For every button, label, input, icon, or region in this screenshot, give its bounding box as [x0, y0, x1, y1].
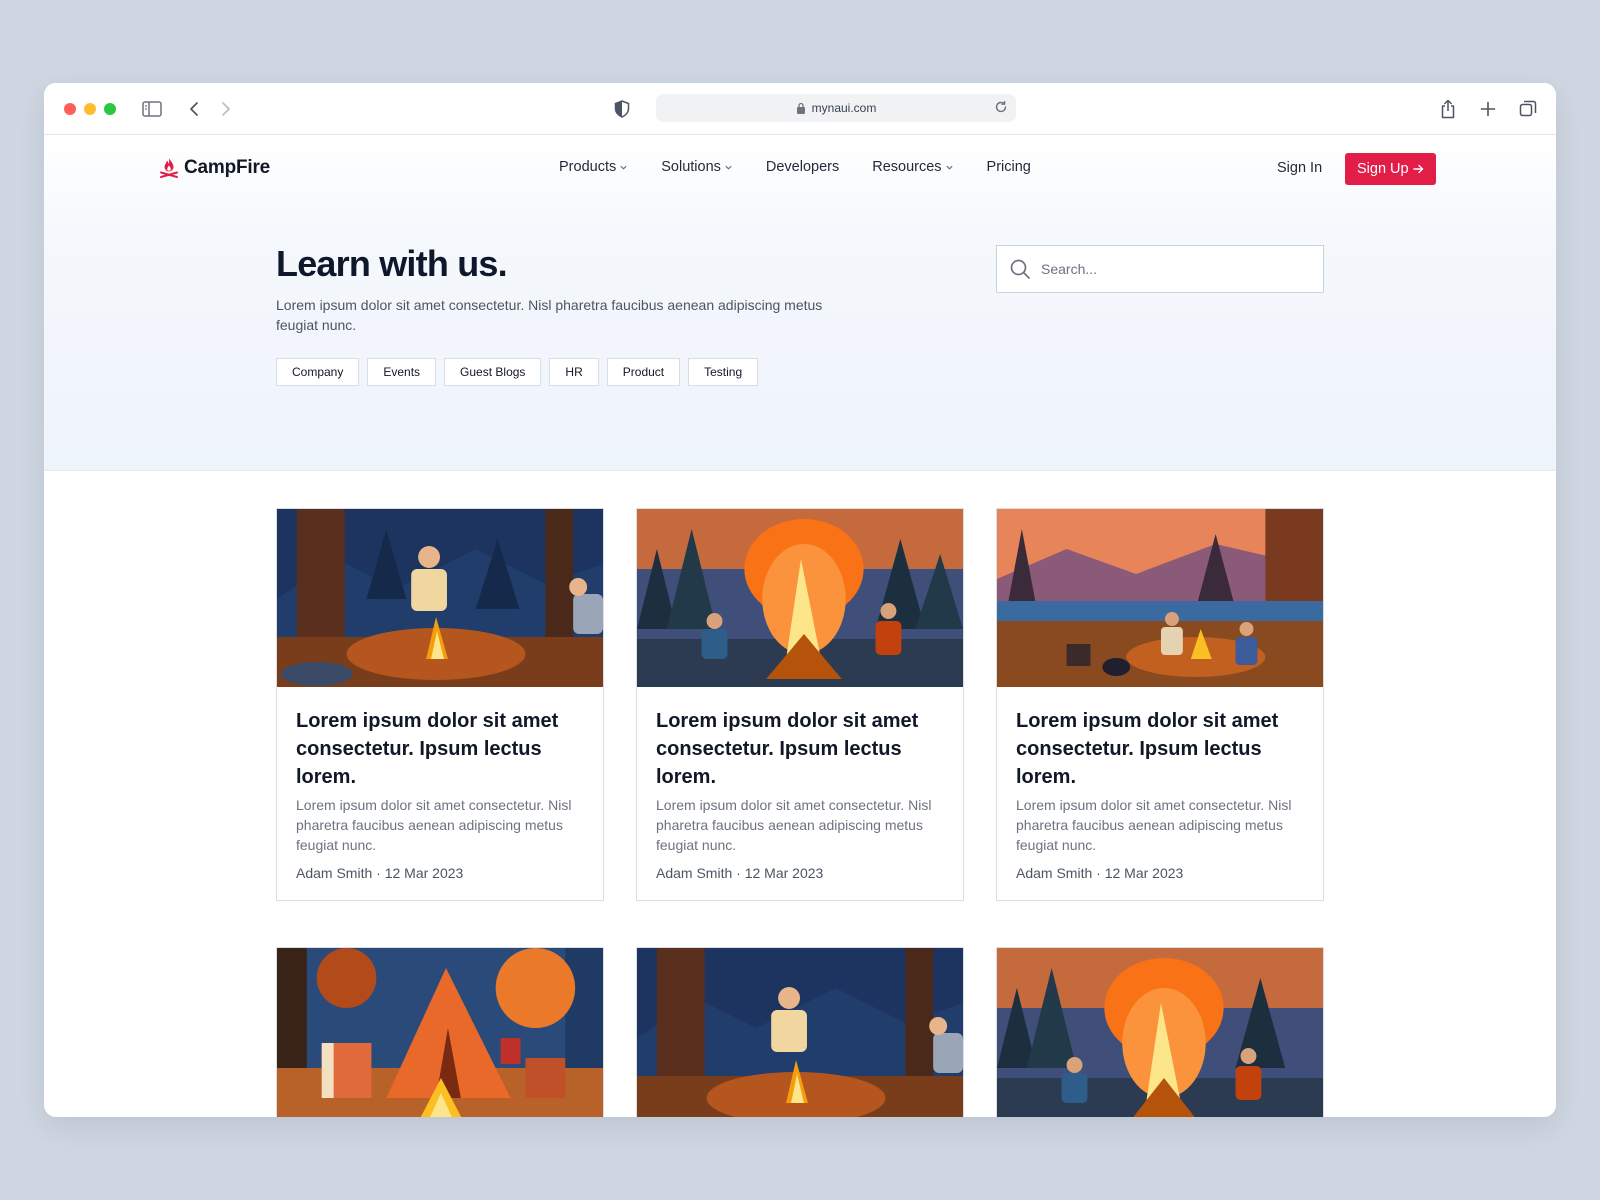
close-window-button[interactable] — [64, 103, 76, 115]
post-date: 12 Mar 2023 — [384, 865, 464, 881]
page-description: Lorem ipsum dolor sit amet consectetur. … — [276, 297, 823, 333]
post-card[interactable] — [276, 947, 604, 1117]
nav-resources[interactable]: Resources — [872, 159, 953, 175]
browser-window: mynaui.com CampFire Products Solutions D… — [44, 83, 1556, 1117]
post-excerpt: Lorem ipsum dolor sit amet consectetur. … — [1016, 797, 1292, 853]
forward-arrow-icon[interactable] — [214, 97, 238, 121]
post-author: Adam Smith — [656, 865, 733, 881]
arrow-right-icon — [1412, 164, 1423, 174]
campfire-forest-night-image — [637, 948, 963, 1117]
back-arrow-icon[interactable] — [182, 97, 206, 121]
post-excerpt: Lorem ipsum dolor sit amet consectetur. … — [296, 797, 572, 853]
brand-logo[interactable]: CampFire — [158, 157, 270, 179]
maximize-window-button[interactable] — [104, 103, 116, 115]
address-bar[interactable]: mynaui.com — [656, 94, 1016, 122]
post-meta: Adam Smith · 12 Mar 2023 — [1016, 865, 1184, 881]
chevron-down-icon — [725, 165, 732, 170]
reload-icon[interactable] — [994, 100, 1008, 117]
nav-developers-label: Developers — [765, 159, 840, 175]
post-author: Adam Smith — [1016, 865, 1093, 881]
post-card[interactable]: Lorem ipsum dolor sit amet consectetur. … — [276, 508, 604, 901]
post-card[interactable] — [996, 947, 1324, 1117]
tag-hr[interactable]: HR — [549, 358, 599, 386]
main-menu: Products Solutions Developers Resources … — [559, 159, 1064, 175]
privacy-shield-icon[interactable] — [610, 97, 634, 121]
search-icon — [1010, 259, 1030, 279]
bonfire-big-flames-image — [637, 509, 963, 687]
nav-resources-label: Resources — [872, 159, 942, 175]
tent-and-chairs-image — [277, 948, 603, 1117]
nav-solutions[interactable]: Solutions — [661, 159, 733, 175]
post-meta: Adam Smith · 12 Mar 2023 — [296, 865, 464, 881]
tag-events[interactable]: Events — [367, 358, 437, 386]
search-input[interactable] — [1041, 261, 1291, 277]
post-date: 12 Mar 2023 — [1104, 865, 1184, 881]
tag-product[interactable]: Product — [606, 358, 681, 386]
campfire-forest-night-image — [277, 509, 603, 687]
chevron-down-icon — [945, 165, 953, 170]
lakeside-camp-sunset-image — [997, 509, 1323, 687]
post-title[interactable]: Lorem ipsum dolor sit amet consectetur. … — [1016, 707, 1304, 791]
url-text: mynaui.com — [811, 101, 877, 115]
category-tags: Company Events Guest Blogs HR Product Te… — [276, 358, 759, 386]
post-title[interactable]: Lorem ipsum dolor sit amet consectetur. … — [296, 707, 584, 791]
search-box — [996, 245, 1324, 293]
new-tab-plus-icon[interactable] — [1476, 97, 1500, 121]
nav-pricing-label: Pricing — [986, 159, 1031, 175]
nav-products-label: Products — [559, 159, 617, 175]
post-excerpt: Lorem ipsum dolor sit amet consectetur. … — [656, 797, 932, 853]
page-title: Learn with us. — [276, 243, 508, 284]
nav-pricing[interactable]: Pricing — [987, 159, 1031, 175]
site-navbar: CampFire Products Solutions Developers R… — [44, 135, 1556, 203]
post-card[interactable] — [636, 947, 964, 1117]
tab-overview-icon[interactable] — [1516, 97, 1540, 121]
post-card[interactable]: Lorem ipsum dolor sit amet consectetur. … — [636, 508, 964, 901]
sign-up-label: Sign Up — [1357, 161, 1409, 177]
post-author: Adam Smith — [296, 865, 373, 881]
nav-products[interactable]: Products — [559, 159, 628, 175]
browser-toolbar: mynaui.com — [44, 83, 1556, 135]
post-meta: Adam Smith · 12 Mar 2023 — [656, 865, 824, 881]
bonfire-big-flames-image — [997, 948, 1323, 1117]
lock-icon — [796, 102, 805, 114]
post-date: 12 Mar 2023 — [744, 865, 824, 881]
nav-developers[interactable]: Developers — [766, 159, 839, 175]
nav-solutions-label: Solutions — [661, 159, 721, 175]
tag-guest-blogs[interactable]: Guest Blogs — [444, 358, 542, 386]
share-icon[interactable] — [1436, 97, 1460, 121]
tag-company[interactable]: Company — [276, 358, 360, 386]
sign-up-button[interactable]: Sign Up — [1345, 153, 1436, 185]
chevron-down-icon — [620, 165, 627, 170]
tag-testing[interactable]: Testing — [688, 358, 759, 386]
sidebar-toggle-icon[interactable] — [140, 97, 164, 121]
campfire-logo-icon — [160, 158, 178, 178]
brand-name: CampFire — [184, 157, 271, 178]
campfire-site: CampFire Products Solutions Developers R… — [44, 135, 1556, 1117]
post-card[interactable]: Lorem ipsum dolor sit amet consectetur. … — [996, 508, 1324, 901]
minimize-window-button[interactable] — [84, 103, 96, 115]
post-title[interactable]: Lorem ipsum dolor sit amet consectetur. … — [656, 707, 944, 791]
sign-in-link[interactable]: Sign In — [1277, 160, 1322, 176]
